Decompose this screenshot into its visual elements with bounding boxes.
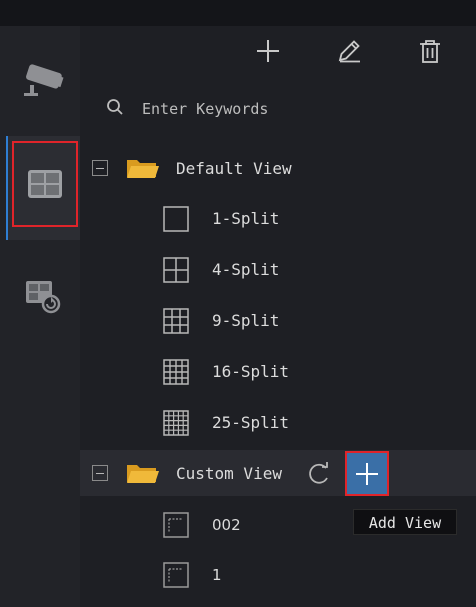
add-view-button[interactable] — [345, 451, 389, 496]
edit-button[interactable] — [336, 38, 362, 64]
tree-item-25-split[interactable]: 25-Split — [212, 413, 289, 433]
pencil-icon — [338, 40, 360, 63]
playback-icon — [26, 281, 61, 314]
tree-item-9-split[interactable]: 9-Split — [212, 311, 279, 331]
tree-item-002[interactable]: 002 — [212, 515, 241, 535]
split-4-icon — [163, 257, 189, 283]
plus-icon — [257, 40, 279, 62]
custom-view-icon — [163, 512, 189, 538]
sidebar-item-view[interactable] — [12, 141, 78, 227]
split-16-icon — [163, 359, 189, 385]
tree-item-4-split[interactable]: 4-Split — [212, 260, 279, 280]
delete-button[interactable] — [417, 38, 443, 64]
plus-icon — [356, 462, 378, 485]
search-input[interactable] — [142, 96, 442, 122]
split-1-icon — [163, 206, 189, 232]
sidebar-item-playback[interactable] — [12, 270, 72, 320]
active-item-indicator — [6, 136, 8, 240]
refresh-icon[interactable] — [306, 460, 332, 486]
tree-group-custom-view[interactable]: Custom View — [176, 464, 282, 484]
top-bar — [0, 0, 476, 26]
split-25-icon — [163, 410, 189, 436]
custom-view-icon — [163, 562, 189, 588]
split-9-icon — [163, 308, 189, 334]
trash-icon — [420, 40, 440, 63]
tree-group-default-view[interactable]: Default View — [176, 159, 292, 179]
folder-icon — [127, 160, 159, 178]
sidebar-item-live-view[interactable] — [12, 54, 72, 104]
camera-icon — [24, 64, 64, 96]
search-icon — [107, 99, 123, 115]
tree-item-1-split[interactable]: 1-Split — [212, 209, 279, 229]
add-view-tooltip: Add View — [353, 509, 457, 535]
tree-item-16-split[interactable]: 16-Split — [212, 362, 289, 382]
tree-item-1[interactable]: 1 — [212, 565, 222, 585]
add-button[interactable] — [255, 38, 281, 64]
collapse-toggle-default-view[interactable] — [92, 160, 108, 176]
collapse-toggle-custom-view[interactable] — [92, 465, 108, 481]
folder-icon — [127, 465, 159, 483]
grid-view-icon — [28, 170, 62, 198]
